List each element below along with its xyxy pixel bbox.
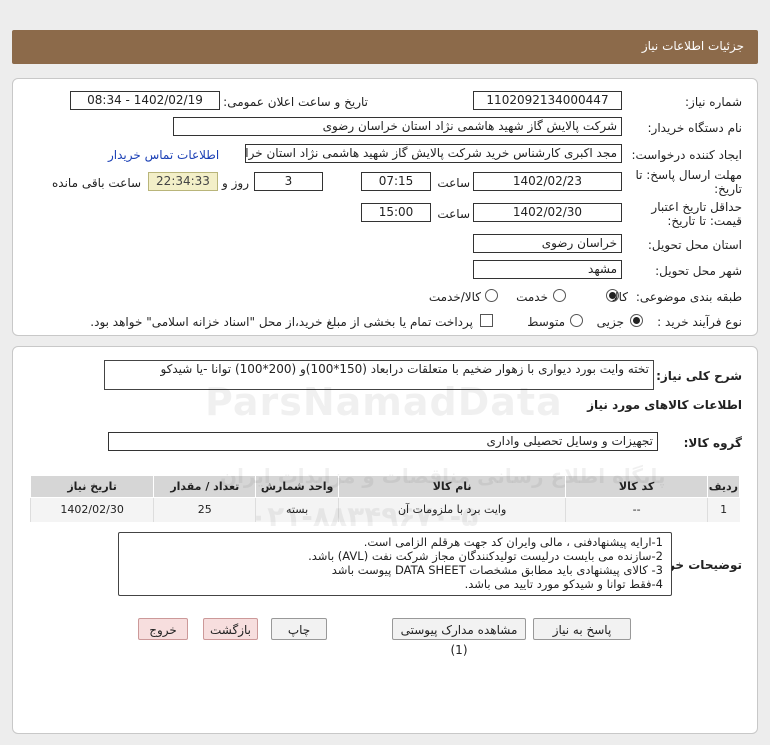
- creator-label: ایجاد کننده درخواست:: [631, 148, 742, 162]
- goods-group-label: گروه کالا:: [683, 436, 742, 450]
- days-label: روز و: [222, 176, 249, 190]
- delivery-province-label: استان محل تحویل:: [647, 238, 742, 252]
- category-label: طبقه بندی موضوعی:: [635, 290, 742, 304]
- cell-code: --: [565, 497, 708, 522]
- need-number-field: 1102092134000447: [473, 91, 622, 110]
- col-code: کد کالا: [565, 475, 708, 498]
- reply-time-field: 07:15: [361, 172, 431, 191]
- page-title: جزئیات اطلاعات نیاز: [641, 39, 744, 53]
- validity-date-field: 1402/02/30: [473, 203, 622, 222]
- remaining-time-field: 22:34:33: [148, 172, 218, 191]
- buyer-notes-box: 1-ارایه پیشنهادفنی ، مالی وایران کد جهت …: [118, 532, 672, 596]
- buyer-contact-link[interactable]: اطلاعات تماس خریدار: [108, 148, 219, 162]
- cell-name: وایت برد با ملزومات آن: [337, 497, 566, 522]
- announce-field: 1402/02/19 - 08:34: [70, 91, 220, 110]
- creator-field: مجد اکبری کارشناس خرید شرکت پالایش گاز ش…: [245, 144, 622, 163]
- treasury-note: پرداخت تمام یا بخشی از مبلغ خرید،از محل …: [90, 315, 473, 329]
- validity-time-field: 15:00: [361, 203, 431, 222]
- cell-date: 1402/02/30: [29, 497, 154, 522]
- treasury-checkbox[interactable]: [480, 314, 493, 327]
- delivery-city-label: شهر محل تحویل:: [655, 264, 742, 278]
- table-row: 1 -- وایت برد با ملزومات آن بسته 25 1402…: [29, 497, 740, 522]
- goods-group-field: تجهیزات و وسایل تحصیلی واداری: [108, 432, 658, 451]
- description-label: شرح کلی نیاز:: [656, 369, 742, 383]
- validity-label: حداقل تاریخ اعتبار: [651, 200, 742, 214]
- category-goods-service-radio[interactable]: [485, 289, 498, 302]
- exit-button[interactable]: خروج: [138, 618, 188, 640]
- back-button[interactable]: بازگشت: [203, 618, 258, 640]
- buyer-field: شرکت پالایش گاز شهید هاشمی نژاد استان خر…: [173, 117, 622, 136]
- validity-label-2: قیمت: تا تاریخ:: [667, 214, 742, 228]
- reply-deadline-label-2: تاریخ:: [714, 182, 742, 196]
- cell-unit: بسته: [255, 497, 339, 522]
- note-line: 3- کالای پیشنهادی باید مطابق مشخصات DATA…: [331, 563, 663, 577]
- note-line: 4-فقط توانا و شیدکو مورد تایید می باشد.: [464, 577, 663, 591]
- print-button[interactable]: چاپ: [271, 618, 327, 640]
- delivery-city-field: مشهد: [473, 260, 622, 279]
- validity-time-label: ساعت: [437, 207, 470, 221]
- cell-row: 1: [706, 497, 740, 522]
- cell-qty: 25: [153, 497, 256, 522]
- process-minor-label: جزیی: [596, 315, 624, 329]
- category-service-label: خدمت: [516, 290, 548, 304]
- category-goods-label: کالا: [611, 290, 628, 304]
- note-line: 2-سازنده می بایست درلیست تولیدکنندگان مج…: [308, 549, 663, 563]
- remaining-label: ساعت باقی مانده: [52, 176, 142, 190]
- col-unit: واحد شمارش: [255, 475, 339, 498]
- reply-deadline-label: مهلت ارسال پاسخ: تا: [635, 168, 742, 182]
- process-minor-radio[interactable]: [630, 314, 643, 327]
- reply-button[interactable]: پاسخ به نیاز: [533, 618, 631, 640]
- col-qty: تعداد / مقدار: [153, 475, 257, 498]
- note-line: 1-ارایه پیشنهادفنی ، مالی وایران کد جهت …: [363, 535, 663, 549]
- days-remaining-field: 3: [254, 172, 323, 191]
- col-name: نام کالا: [337, 475, 567, 498]
- category-goods-service-label: کالا/خدمت: [428, 290, 481, 304]
- reply-date-field: 1402/02/23: [473, 172, 622, 191]
- process-label: نوع فرآیند خرید :: [657, 315, 742, 329]
- goods-table-header: ردیف کد کالا نام کالا واحد شمارش تعداد /…: [29, 475, 741, 498]
- delivery-province-field: خراسان رضوی: [473, 234, 622, 253]
- process-medium-label: متوسط: [527, 315, 565, 329]
- need-number-label: شماره نیاز:: [685, 95, 742, 109]
- col-date: تاریخ نیاز: [29, 475, 155, 498]
- process-medium-radio[interactable]: [570, 314, 583, 327]
- page-header: جزئیات اطلاعات نیاز: [12, 30, 758, 64]
- col-row: ردیف: [706, 475, 741, 498]
- announce-label: تاریخ و ساعت اعلان عمومی:: [223, 95, 368, 109]
- category-service-radio[interactable]: [553, 289, 566, 302]
- goods-section-title: اطلاعات کالاهای مورد نیاز: [587, 398, 742, 412]
- description-field: تخته وایت بورد دیواری با زهوار ضخیم با م…: [104, 360, 654, 390]
- buyer-label: نام دستگاه خریدار:: [647, 121, 743, 135]
- attachments-button[interactable]: مشاهده مدارک پیوستی (1): [392, 618, 526, 657]
- goods-table: ردیف کد کالا نام کالا واحد شمارش تعداد /…: [29, 475, 741, 522]
- reply-time-label: ساعت: [437, 176, 470, 190]
